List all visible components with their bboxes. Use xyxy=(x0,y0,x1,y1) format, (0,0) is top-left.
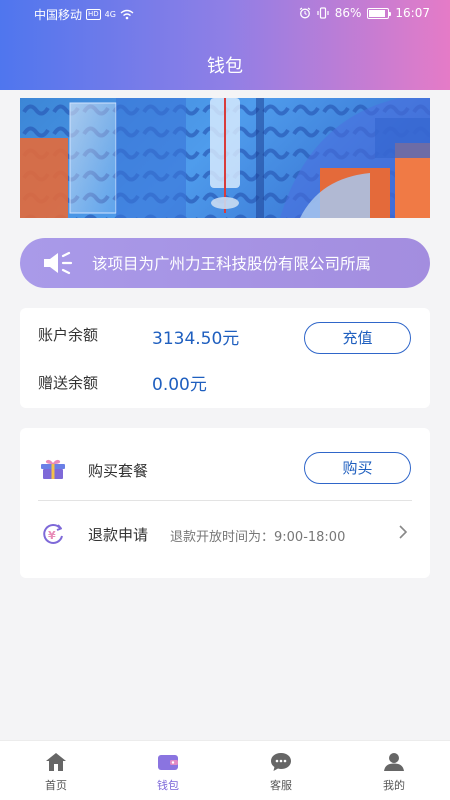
battery-level xyxy=(369,9,385,17)
banner-image[interactable] xyxy=(20,98,430,218)
actions-card: 购买套餐 购买 ¥ 退款申请 退款开放时间为：9:00-18:00 xyxy=(20,428,430,578)
chat-icon xyxy=(225,752,337,772)
tab-label-mine: 我的 xyxy=(383,779,405,792)
alarm-icon xyxy=(299,7,311,19)
balance-card: 账户余额 3134.50元 充值 赠送余额 0.00元 xyxy=(20,308,430,408)
gift-balance-label: 赠送余额 xyxy=(38,374,99,392)
buy-button[interactable]: 购买 xyxy=(304,452,411,484)
battery-percent: 86% xyxy=(334,6,362,20)
tab-bar: 首页 钱包 客服 我的 xyxy=(0,740,450,800)
tab-service[interactable]: 客服 xyxy=(225,741,337,800)
app-header: 中国移动 HD 4G 86% 16:07 钱包 xyxy=(0,0,450,90)
tab-label-service: 客服 xyxy=(270,779,292,792)
svg-text:¥: ¥ xyxy=(48,529,56,542)
hd-badge: HD xyxy=(86,9,101,20)
notice-banner[interactable]: 该项目为广州力王科技股份有限公司所属 xyxy=(20,238,430,288)
chevron-right-icon xyxy=(398,524,408,544)
wifi-icon xyxy=(120,9,134,20)
page-title: 钱包 xyxy=(207,56,243,77)
network-type: 4G xyxy=(104,10,116,19)
divider xyxy=(38,500,412,501)
gift-balance-value: 0.00元 xyxy=(152,375,207,395)
tab-home[interactable]: 首页 xyxy=(0,741,112,800)
buy-package-label: 购买套餐 xyxy=(88,462,149,480)
refund-icon: ¥ xyxy=(40,522,66,550)
recharge-button[interactable]: 充值 xyxy=(304,322,411,354)
tab-label-wallet: 钱包 xyxy=(157,779,179,792)
account-balance-value: 3134.50元 xyxy=(152,329,240,349)
speaker-icon xyxy=(42,250,78,276)
vibrate-icon xyxy=(317,7,329,19)
tab-label-home: 首页 xyxy=(45,779,67,792)
refund-label: 退款申请 xyxy=(88,526,149,544)
refund-row[interactable]: ¥ 退款申请 退款开放时间为：9:00-18:00 xyxy=(20,508,430,558)
clock: 16:07 xyxy=(395,6,430,20)
status-bar: 中国移动 HD 4G 86% 16:07 xyxy=(0,0,450,26)
home-icon xyxy=(0,752,112,772)
carrier-name: 中国移动 xyxy=(34,8,83,22)
user-icon xyxy=(338,752,450,772)
wallet-icon xyxy=(112,752,224,772)
refund-hint: 退款开放时间为：9:00-18:00 xyxy=(170,530,346,545)
battery-icon xyxy=(367,7,392,19)
notice-text: 该项目为广州力王科技股份有限公司所属 xyxy=(92,255,372,273)
account-balance-label: 账户余额 xyxy=(38,326,99,344)
tab-wallet[interactable]: 钱包 xyxy=(112,741,224,800)
gift-icon xyxy=(40,458,66,484)
tab-mine[interactable]: 我的 xyxy=(338,741,450,800)
